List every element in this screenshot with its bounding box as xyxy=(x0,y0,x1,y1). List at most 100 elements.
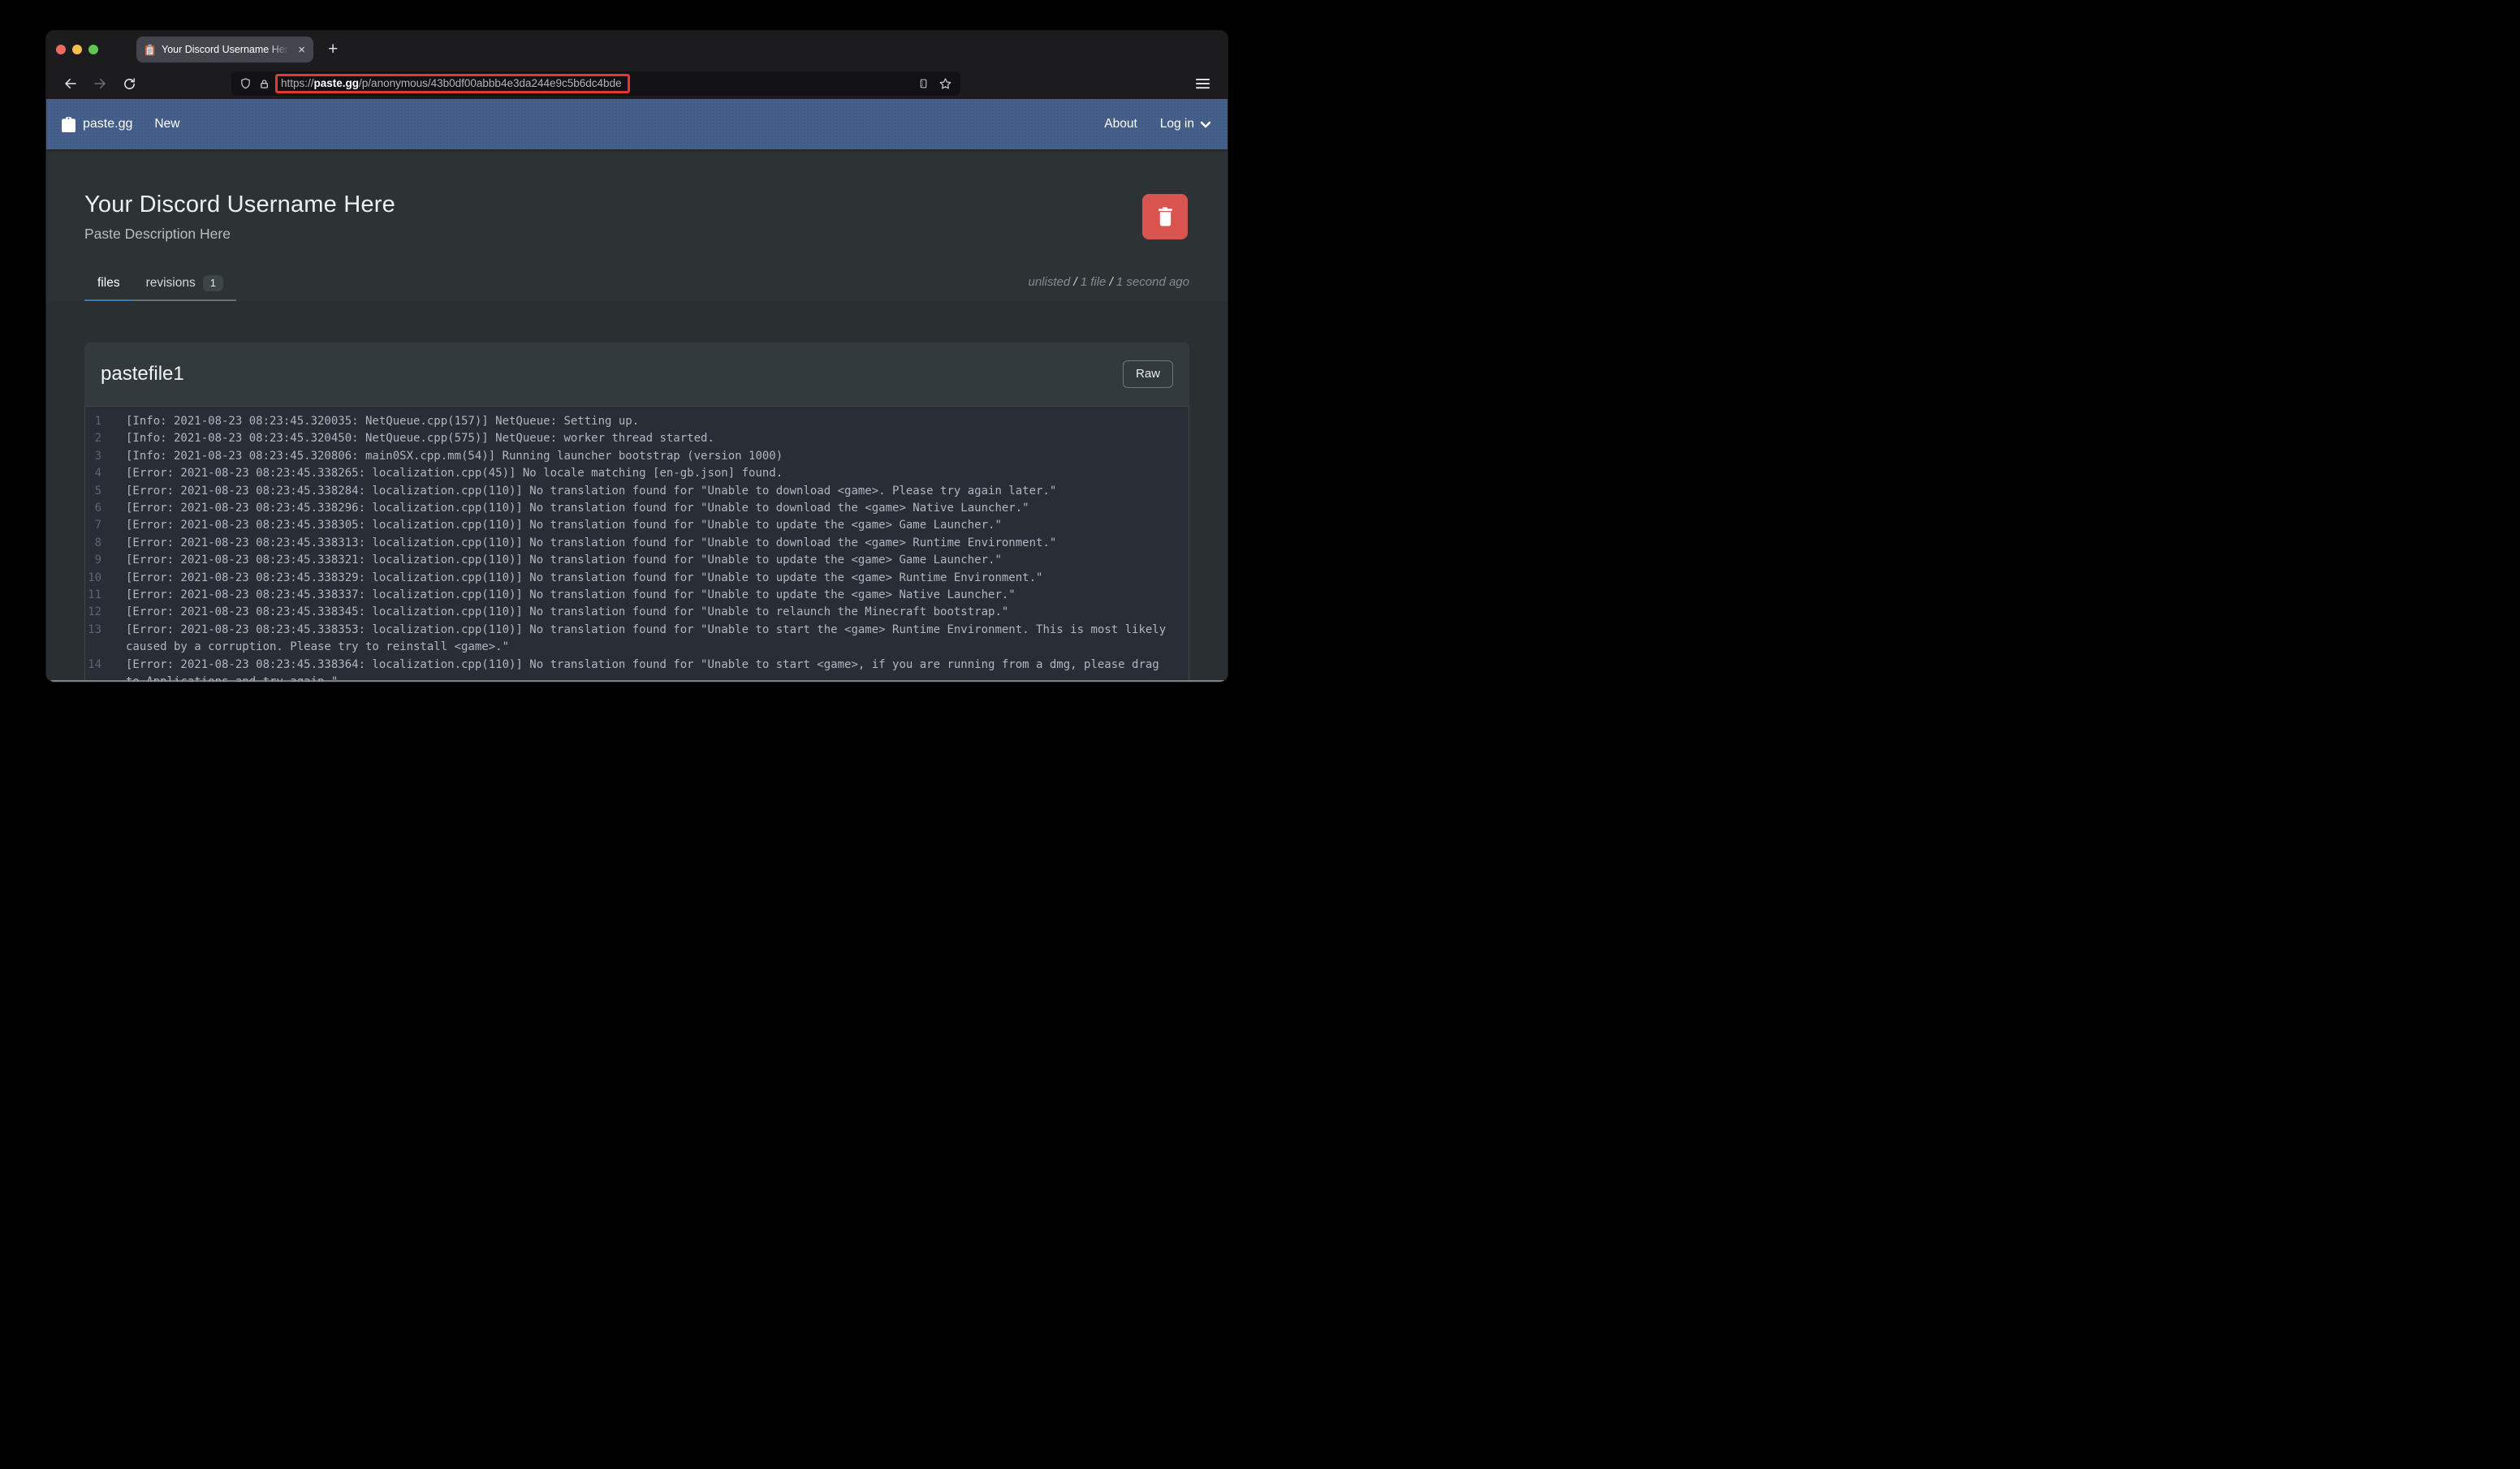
line-number: 3 xyxy=(85,448,101,465)
paste-description: Paste Description Here xyxy=(84,226,1189,243)
code-line: 12[Error: 2021-08-23 08:23:45.338345: lo… xyxy=(85,604,1189,621)
code-line: 13 [Error: 2021-08-23 08:23:45.338353: lo… xyxy=(85,622,1189,657)
new-tab-button[interactable]: + xyxy=(328,40,338,59)
url-path: /p/anonymous/43b0df00abbb4e3da244e9c5b6d… xyxy=(359,77,622,89)
line-content: [Error: 2021-08-23 08:23:45.338313: loca… xyxy=(126,535,1169,552)
line-content: [Error: 2021-08-23 08:23:45.338296: loca… xyxy=(126,500,1169,517)
code-line: 1[Info: 2021-08-23 08:23:45.320035: NetQ… xyxy=(85,413,1189,430)
line-number: 11 xyxy=(85,587,101,604)
revisions-count-badge: 1 xyxy=(203,275,223,291)
window-controls xyxy=(56,45,98,54)
line-number: 8 xyxy=(85,535,101,552)
paste-meta: unlisted / 1 file / 1 second ago xyxy=(1029,275,1190,289)
url-bar-actions xyxy=(918,77,952,91)
line-number: 13 xyxy=(85,622,101,657)
nav-new-link[interactable]: New xyxy=(154,117,179,131)
browser-window: Your Discord Username Here · pas × + htt… xyxy=(46,31,1228,682)
line-content: [Info: 2021-08-23 08:23:45.320806: main0… xyxy=(126,448,1169,465)
line-content: [Error: 2021-08-23 08:23:45.338284: loca… xyxy=(126,483,1169,500)
url-scheme: https:// xyxy=(281,77,314,89)
line-content: [Error: 2021-08-23 08:23:45.338305: loca… xyxy=(126,517,1169,534)
code-line: 10[Error: 2021-08-23 08:23:45.338329: lo… xyxy=(85,570,1189,587)
raw-button[interactable]: Raw xyxy=(1123,360,1173,388)
paste-header-section: Your Discord Username Here Paste Descrip… xyxy=(46,149,1228,301)
code-line: 2 [Info: 2021-08-23 08:23:45.320450: NetQ… xyxy=(85,430,1189,447)
login-label: Log in xyxy=(1160,117,1194,131)
line-content: [Error: 2021-08-23 08:23:45.338321: loca… xyxy=(126,552,1169,569)
forward-button[interactable] xyxy=(88,72,111,95)
line-content: [Info: 2021-08-23 08:23:45.320450: NetQu… xyxy=(126,430,1169,447)
brand-link[interactable]: paste.gg xyxy=(62,117,132,132)
line-number: 4 xyxy=(85,465,101,482)
code-block: 1[Info: 2021-08-23 08:23:45.320035: NetQ… xyxy=(84,406,1189,682)
line-content: [Error: 2021-08-23 08:23:45.338265: loca… xyxy=(126,465,1169,482)
file-name: pastefile1 xyxy=(101,363,184,386)
code-line: 4 [Error: 2021-08-23 08:23:45.338265: loc… xyxy=(85,465,1189,482)
browser-toolbar: https://paste.gg/p/anonymous/43b0df00abb… xyxy=(46,68,1228,99)
tab-files[interactable]: files xyxy=(84,267,133,299)
line-content: [Error: 2021-08-23 08:23:45.338345: loca… xyxy=(126,604,1169,621)
close-window-button[interactable] xyxy=(56,45,66,54)
line-number: 7 xyxy=(85,517,101,534)
minimize-window-button[interactable] xyxy=(72,45,82,54)
clipboard-favicon-icon xyxy=(144,44,156,56)
browser-tab[interactable]: Your Discord Username Here · pas × xyxy=(136,37,313,62)
code-line: 5 [Error: 2021-08-23 08:23:45.338284: loc… xyxy=(85,483,1189,500)
code-line: 6 [Error: 2021-08-23 08:23:45.338296: loc… xyxy=(85,500,1189,517)
delete-paste-button[interactable] xyxy=(1142,194,1188,239)
reader-mode-icon[interactable] xyxy=(918,77,929,90)
tab-title: Your Discord Username Here · pas xyxy=(162,44,291,55)
file-card-header: pastefile1 Raw xyxy=(84,342,1189,406)
line-content: [Error: 2021-08-23 08:23:45.338364: loca… xyxy=(126,657,1169,682)
line-number: 6 xyxy=(85,500,101,517)
brand-label: paste.gg xyxy=(83,117,132,131)
code-line: 11 [Error: 2021-08-23 08:23:45.338337: lo… xyxy=(85,587,1189,604)
tab-close-icon[interactable]: × xyxy=(297,44,306,56)
line-content: [Info: 2021-08-23 08:23:45.320035: NetQu… xyxy=(126,413,1169,430)
code-line: 8 [Error: 2021-08-23 08:23:45.338313: loc… xyxy=(85,535,1189,552)
visibility-label: unlisted xyxy=(1029,275,1071,289)
url-highlight-annotation: https://paste.gg/p/anonymous/43b0df00abb… xyxy=(275,74,630,93)
line-content: [Error: 2021-08-23 08:23:45.338337: loca… xyxy=(126,587,1169,604)
bookmark-star-icon[interactable] xyxy=(939,77,952,91)
reload-button[interactable] xyxy=(118,72,140,95)
line-number: 2 xyxy=(85,430,101,447)
age-label: 1 second ago xyxy=(1116,275,1189,289)
hamburger-icon xyxy=(1196,78,1210,89)
zoom-window-button[interactable] xyxy=(88,45,98,54)
tab-revisions[interactable]: revisions 1 xyxy=(133,267,236,299)
back-button[interactable] xyxy=(59,72,82,95)
line-number: 5 xyxy=(85,483,101,500)
url-domain: paste.gg xyxy=(314,77,360,89)
back-arrow-icon xyxy=(63,76,78,91)
browser-tab-bar: Your Discord Username Here · pas × + xyxy=(46,31,1228,68)
revisions-label: revisions xyxy=(146,276,196,291)
meta-separator: / xyxy=(1106,275,1116,289)
code-line: 3 [Info: 2021-08-23 08:23:45.320806: main… xyxy=(85,448,1189,465)
meta-separator: / xyxy=(1070,275,1081,289)
line-number: 9 xyxy=(85,552,101,569)
line-content: [Error: 2021-08-23 08:23:45.338353: loca… xyxy=(126,622,1169,657)
reload-icon xyxy=(123,77,136,91)
code-line: 9 [Error: 2021-08-23 08:23:45.338321: loc… xyxy=(85,552,1189,569)
tracking-shield-icon[interactable] xyxy=(239,77,252,90)
file-card: pastefile1 Raw 1[Info: 2021-08-23 08:23:… xyxy=(84,342,1189,682)
nav-about-link[interactable]: About xyxy=(1104,117,1137,131)
forward-arrow-icon xyxy=(93,76,107,91)
menu-button[interactable] xyxy=(1196,78,1210,89)
lock-icon[interactable] xyxy=(259,78,270,90)
clipboard-brand-icon xyxy=(62,117,76,132)
line-number: 10 xyxy=(85,570,101,587)
site-navbar: paste.gg New About Log in xyxy=(46,99,1228,149)
code-lines: 1[Info: 2021-08-23 08:23:45.320035: NetQ… xyxy=(85,413,1189,682)
chevron-down-icon xyxy=(1200,121,1211,128)
paste-tabs: files revisions 1 xyxy=(84,267,236,301)
url-text: https://paste.gg/p/anonymous/43b0df00abb… xyxy=(281,77,622,89)
line-number: 14 xyxy=(85,657,101,682)
nav-login-link[interactable]: Log in xyxy=(1160,117,1211,131)
page-content: Your Discord Username Here Paste Descrip… xyxy=(46,149,1228,682)
paste-body-section: pastefile1 Raw 1[Info: 2021-08-23 08:23:… xyxy=(46,301,1228,682)
trash-icon xyxy=(1156,207,1175,227)
url-bar[interactable]: https://paste.gg/p/anonymous/43b0df00abb… xyxy=(231,71,960,96)
file-count-label: 1 file xyxy=(1081,275,1107,289)
